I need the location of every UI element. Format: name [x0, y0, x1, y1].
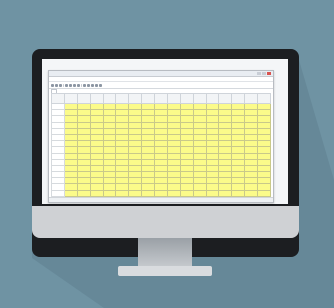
column-header[interactable] [128, 93, 143, 104]
column-header[interactable] [205, 93, 220, 104]
toolbar-button-icon[interactable] [87, 83, 90, 87]
header-row [51, 93, 271, 104]
toolbar-button-icon[interactable] [55, 83, 58, 87]
monitor-chin [32, 206, 299, 238]
column-header[interactable] [102, 93, 117, 104]
toolbar-button-icon[interactable] [99, 83, 102, 87]
table-cell[interactable] [63, 189, 78, 197]
monitor-stand-neck [138, 238, 192, 268]
row-index-cell[interactable] [51, 189, 65, 197]
table-body [51, 102, 271, 197]
table-cell[interactable] [89, 189, 104, 197]
table-cell[interactable] [205, 189, 220, 197]
column-header[interactable] [166, 93, 181, 104]
table-cell[interactable] [192, 189, 207, 197]
column-header[interactable] [89, 93, 104, 104]
column-header[interactable] [115, 93, 130, 104]
toolbar-button-icon[interactable] [73, 83, 76, 87]
table-cell[interactable] [141, 189, 155, 197]
toolbar-button-icon[interactable] [69, 83, 72, 87]
column-header[interactable] [192, 93, 207, 104]
table-cell[interactable] [76, 189, 91, 197]
column-header[interactable] [141, 93, 155, 104]
table-cell[interactable] [115, 189, 130, 197]
table-cell[interactable] [231, 189, 246, 197]
window-controls [257, 72, 271, 75]
toolbar-button-icon[interactable] [83, 83, 86, 87]
toolbar-separator [81, 83, 82, 87]
spreadsheet-window[interactable] [48, 70, 274, 203]
monitor-stand-base [118, 266, 212, 276]
table-cell[interactable] [179, 189, 194, 197]
window-titlebar[interactable] [49, 71, 273, 77]
toolbar-button-icon[interactable] [95, 83, 98, 87]
table-cell[interactable] [128, 189, 143, 197]
column-header[interactable] [154, 93, 168, 104]
close-icon[interactable] [267, 72, 271, 75]
table-cell[interactable] [218, 189, 233, 197]
toolbar-button-icon[interactable] [77, 83, 80, 87]
data-grid [51, 93, 271, 197]
minimize-icon[interactable] [257, 72, 261, 75]
table-cell[interactable] [244, 189, 258, 197]
toolbar [49, 82, 273, 89]
column-header[interactable] [51, 93, 65, 104]
toolbar-button-icon[interactable] [91, 83, 94, 87]
status-bar [49, 197, 273, 202]
column-header[interactable] [218, 93, 233, 104]
maximize-icon[interactable] [262, 72, 266, 75]
table-cell[interactable] [102, 189, 117, 197]
toolbar-separator [63, 83, 64, 87]
column-header[interactable] [179, 93, 194, 104]
data-table [51, 93, 271, 197]
table-cell[interactable] [166, 189, 181, 197]
column-header[interactable] [257, 93, 271, 104]
toolbar-button-icon[interactable] [51, 83, 54, 87]
toolbar-button-icon[interactable] [65, 83, 68, 87]
column-header[interactable] [63, 93, 78, 104]
table-cell[interactable] [154, 189, 168, 197]
column-header[interactable] [231, 93, 246, 104]
column-header[interactable] [244, 93, 258, 104]
toolbar-button-icon[interactable] [59, 83, 62, 87]
scene [0, 0, 334, 308]
column-header[interactable] [76, 93, 91, 104]
table-row[interactable] [51, 189, 271, 197]
table-cell[interactable] [257, 189, 271, 197]
